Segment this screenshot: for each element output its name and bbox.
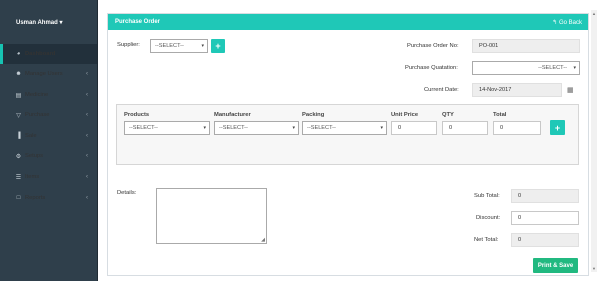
chart-icon: ▐ [16, 133, 21, 139]
date-label: Current Date: [424, 87, 459, 93]
caret-icon: ▾ [59, 20, 63, 26]
products-header: Products [124, 112, 150, 118]
discount-input[interactable]: 0 [511, 211, 579, 225]
page-title: Purchase Order [115, 19, 161, 25]
sidebar-item-medicine[interactable]: ▤ Medicine ‹ [0, 85, 97, 105]
sidebar-item-label: Purchase [25, 112, 50, 118]
chevron-left-icon: ‹ [86, 92, 88, 98]
sidebar-item-label: Setups [25, 153, 44, 159]
net-total-field: 0 [511, 233, 579, 247]
packing-select[interactable]: --SELECT-- ▾ [302, 121, 387, 135]
chevron-down-icon: ▾ [380, 125, 383, 131]
sidebar-item-purchase[interactable]: ▽ Purchase ‹ [0, 105, 97, 125]
supplier-select[interactable]: --SELECT-- ▾ [150, 39, 208, 53]
sidebar-item-label: Manage Users [25, 71, 63, 77]
sidebar: Usman Ahmad ▾ ◕ Dashboard ☻ Manage Users… [0, 0, 98, 281]
sidebar-item-items[interactable]: ☰ Items ‹ [0, 167, 97, 187]
calendar-icon[interactable]: ▦ [567, 86, 574, 94]
scrollbar[interactable] [591, 10, 597, 272]
details-label: Details: [117, 190, 137, 196]
scroll-down-icon[interactable]: ▼ [592, 266, 596, 271]
qty-header: QTY [442, 112, 454, 118]
sub-total-label: Sub Total: [474, 193, 500, 199]
cart-icon: ▽ [16, 112, 21, 119]
sidebar-item-dashboard[interactable]: ◕ Dashboard [0, 44, 97, 64]
print-save-button[interactable]: Print & Save [533, 258, 578, 273]
list-icon: ☰ [15, 174, 22, 181]
date-field: 14-Nov-2017 [472, 83, 562, 97]
chevron-left-icon: ‹ [86, 195, 88, 201]
sidebar-item-setups[interactable]: ⚙ Setups ‹ [0, 146, 97, 166]
add-item-button[interactable]: + [550, 120, 565, 135]
details-textarea[interactable]: ◢ [156, 188, 267, 244]
report-icon: □ [16, 195, 21, 201]
sub-total-field: 0 [511, 189, 579, 203]
user-name[interactable]: Usman Ahmad ▾ [16, 19, 62, 26]
chevron-left-icon: ‹ [86, 153, 88, 159]
sidebar-item-reports[interactable]: □ Reports ‹ [0, 188, 97, 208]
supplier-label: Supplier: [117, 42, 140, 48]
unit-price-header: Unit Price [391, 112, 419, 118]
sidebar-item-label: Dashboard [25, 51, 56, 57]
total-header: Total [493, 112, 507, 118]
chevron-left-icon: ‹ [86, 174, 88, 180]
po-no-field: PO-001 [472, 39, 580, 53]
gear-icon: ⚙ [15, 153, 22, 160]
sidebar-item-sale[interactable]: ▐ Sale ‹ [0, 126, 97, 146]
chevron-left-icon: ‹ [86, 71, 88, 77]
manufacturer-select[interactable]: --SELECT-- ▾ [214, 121, 299, 135]
medicine-icon: ▤ [15, 92, 22, 99]
chevron-left-icon: ‹ [86, 133, 88, 139]
chevron-down-icon: ▾ [201, 43, 204, 49]
sidebar-item-label: Sale [25, 133, 37, 139]
product-select[interactable]: --SELECT-- ▾ [124, 121, 210, 135]
quotation-label: Purchase Quatation: [405, 65, 458, 71]
sidebar-item-label: Medicine [25, 92, 49, 98]
quotation-select[interactable]: --SELECT-- ▾ [472, 61, 580, 75]
resize-grip-icon[interactable]: ◢ [261, 237, 265, 243]
po-no-label: Purchase Order No: [407, 43, 459, 49]
chevron-down-icon: ▾ [203, 125, 206, 131]
qty-input[interactable]: 0 [442, 121, 488, 135]
packing-header: Packing [302, 112, 325, 118]
chevron-left-icon: ‹ [86, 112, 88, 118]
dashboard-icon: ◕ [16, 51, 21, 57]
sidebar-item-manage-users[interactable]: ☻ Manage Users ‹ [0, 64, 97, 84]
chevron-down-icon: ▾ [292, 125, 295, 131]
users-icon: ☻ [15, 71, 22, 77]
discount-label: Discount: [476, 215, 501, 221]
panel-header: Purchase Order ↰ Go Back [108, 14, 588, 30]
add-supplier-button[interactable]: + [211, 39, 225, 53]
go-back-button[interactable]: ↰ Go Back [552, 19, 582, 26]
sidebar-item-label: Reports [25, 195, 46, 201]
sidebar-item-label: Items [25, 174, 40, 180]
chevron-down-icon: ▾ [573, 65, 576, 71]
total-input[interactable]: 0 [493, 121, 541, 135]
manufacturer-header: Manufacturer [214, 112, 251, 118]
back-arrow-icon: ↰ [552, 20, 558, 26]
net-total-label: Net Total: [474, 237, 499, 243]
scroll-up-icon[interactable]: ▲ [592, 11, 596, 16]
unit-price-input[interactable]: 0 [391, 121, 437, 135]
